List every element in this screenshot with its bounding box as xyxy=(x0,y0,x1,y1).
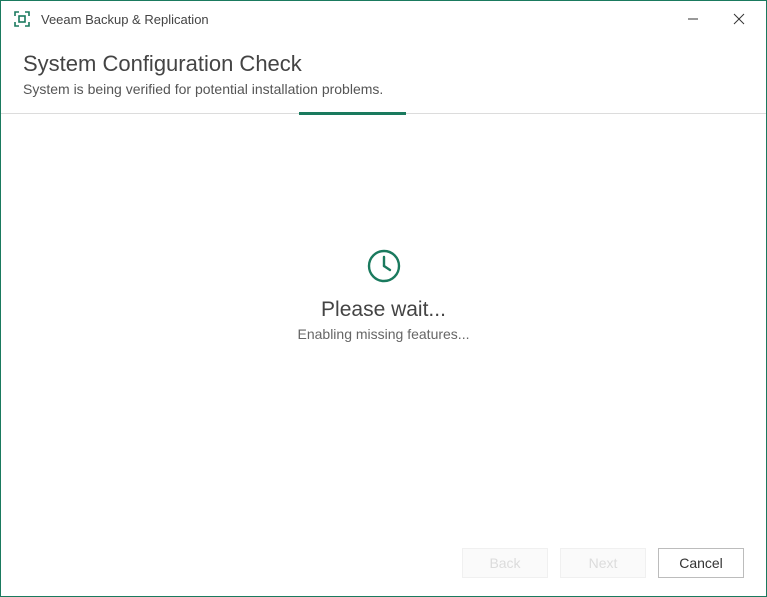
header-area: System Configuration Check System is bei… xyxy=(1,37,766,114)
next-button: Next xyxy=(560,548,646,578)
content-area: Please wait... Enabling missing features… xyxy=(1,114,766,534)
close-button[interactable] xyxy=(716,3,762,35)
installer-window: Veeam Backup & Replication System Config… xyxy=(0,0,767,597)
page-title: System Configuration Check xyxy=(23,51,744,77)
minimize-button[interactable] xyxy=(670,3,716,35)
progress-indicator xyxy=(299,112,406,115)
footer: Back Next Cancel xyxy=(1,534,766,596)
wait-title: Please wait... xyxy=(321,298,446,322)
clock-icon xyxy=(365,247,403,290)
cancel-button[interactable]: Cancel xyxy=(658,548,744,578)
app-icon xyxy=(13,10,31,28)
back-button: Back xyxy=(462,548,548,578)
page-subtitle: System is being verified for potential i… xyxy=(23,81,744,97)
window-controls xyxy=(670,3,762,35)
titlebar: Veeam Backup & Replication xyxy=(1,1,766,37)
wait-subtitle: Enabling missing features... xyxy=(298,326,470,342)
window-title: Veeam Backup & Replication xyxy=(41,12,670,27)
